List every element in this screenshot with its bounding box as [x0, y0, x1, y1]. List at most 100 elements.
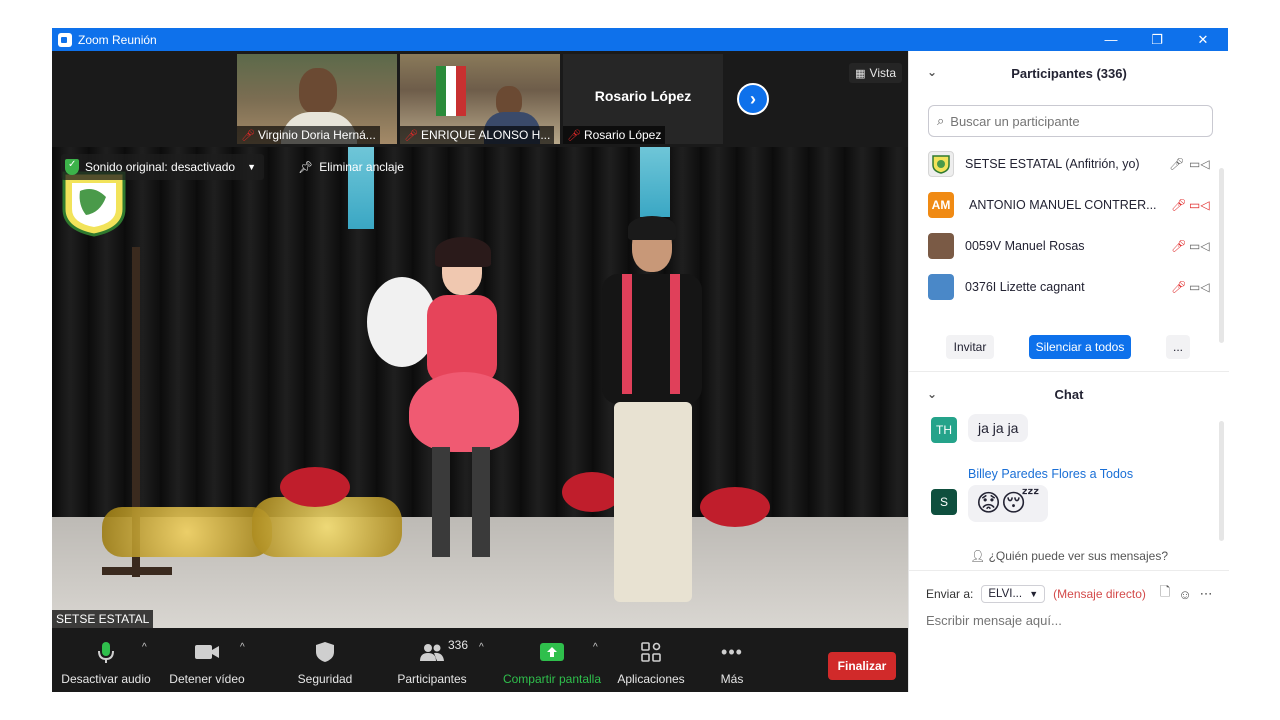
send-to-row: Enviar a: ELVI... ▼ (Mensaje directo) 🗋︎… [926, 583, 1226, 605]
participants-header: ⌄ Participantes (336) [927, 65, 1127, 81]
participant-search[interactable]: ⌕ [928, 105, 1213, 137]
avatar: TH [931, 417, 957, 443]
more-button[interactable]: ••• Más [712, 628, 752, 692]
participant-row[interactable]: SETSE ESTATAL (Anfitrión, yo) 🎤︎ ▭◁ [909, 143, 1219, 184]
participant-search-input[interactable] [950, 113, 1201, 129]
more-dots-icon[interactable]: ⋯ [1200, 586, 1213, 602]
participants-count: 336 [448, 638, 469, 652]
participants-button[interactable]: 336 Participantes [390, 628, 474, 692]
file-icon[interactable]: 🗋︎ [1160, 583, 1170, 605]
participant-list: SETSE ESTATAL (Anfitrión, yo) 🎤︎ ▭◁ AM A… [909, 143, 1229, 318]
participants-scrollbar[interactable] [1219, 168, 1224, 343]
participant-name: 0376I Lizette cagnant [965, 279, 1085, 294]
window-title: Zoom Reunión [78, 32, 157, 47]
thumbnail-name-label: 🎤︎ Rosario López [563, 126, 666, 144]
next-page-button[interactable]: › [737, 83, 769, 115]
collapse-chevron-icon[interactable]: ⌄ [927, 65, 937, 79]
participant-row[interactable]: AM ANTONIO MANUEL CONTRER... 🎤︎ ▭◁ [909, 184, 1219, 225]
pin-icon: 📌︎ [298, 160, 314, 174]
chevron-down-icon[interactable]: ▼ [247, 162, 256, 172]
collapse-chevron-icon[interactable]: ⌄ [927, 387, 937, 401]
message-sender: Billey Paredes Flores a Todos [968, 467, 1134, 481]
mute-audio-button[interactable]: Desactivar audio [60, 628, 152, 692]
apps-button[interactable]: Aplicaciones [612, 628, 690, 692]
video-camera-icon[interactable]: ▭◁ [1189, 280, 1210, 294]
invite-button[interactable]: Invitar [946, 335, 994, 359]
mic-muted-icon[interactable]: 🎤︎ [1171, 280, 1186, 294]
recipient-select[interactable]: ELVI... ▼ [981, 585, 1046, 603]
grid-icon: ▦ [855, 67, 866, 80]
audio-options-caret[interactable]: ^ [142, 642, 147, 653]
direct-message-label: (Mensaje directo) [1053, 587, 1146, 601]
avatar: AM [928, 191, 954, 218]
video-off-icon[interactable]: ▭◁ [1189, 198, 1210, 212]
share-options-caret[interactable]: ^ [593, 642, 598, 653]
view-button[interactable]: ▦ Vista [849, 63, 902, 83]
thumbnail-name-label: 🎤︎ Virginio Doria Herná... [237, 126, 380, 144]
mic-muted-icon: 🎤︎ [404, 129, 418, 142]
chat-message: 😟😴 [968, 485, 1048, 522]
person-lock-icon: 👤︎ [969, 549, 986, 563]
participant-name: 0059V Manuel Rosas [965, 238, 1085, 253]
participants-icon: 336 [418, 638, 468, 666]
zoom-window: Zoom Reunión — ❐ ✕ 🎤︎ Virginio Doria Her… [52, 28, 1229, 692]
share-screen-button[interactable]: Compartir pantalla [500, 628, 604, 692]
thumbnail-strip: 🎤︎ Virginio Doria Herná... 🎤︎ ENRIQUE AL… [52, 51, 908, 147]
panel-divider [909, 570, 1229, 571]
meeting-toolbar: Desactivar audio ^ Detener vídeo ^ Segur… [52, 628, 908, 692]
participant-row[interactable]: 0059V Manuel Rosas 🎤︎ ▭◁ [909, 225, 1219, 266]
mic-muted-icon[interactable]: 🎤︎ [1171, 239, 1186, 253]
chat-scrollbar[interactable] [1219, 421, 1224, 541]
original-sound-indicator[interactable]: Sonido original: desactivado ▼ [61, 154, 265, 180]
apps-icon [637, 638, 665, 666]
participant-name: SETSE ESTATAL (Anfitrión, yo) [965, 156, 1140, 171]
participant-actions: Invitar Silenciar a todos ... [909, 332, 1229, 362]
video-camera-icon [193, 638, 221, 666]
close-button[interactable]: ✕ [1180, 28, 1226, 51]
avatar [928, 273, 954, 300]
participant-thumbnail[interactable]: 🎤︎ ENRIQUE ALONSO H... [400, 54, 560, 144]
avatar: S [931, 489, 957, 515]
video-camera-icon[interactable]: ▭◁ [1189, 239, 1210, 253]
microphone-icon[interactable]: 🎤︎ [1169, 157, 1184, 171]
mic-muted-icon: 🎤︎ [567, 129, 581, 142]
participants-options-caret[interactable]: ^ [479, 642, 484, 653]
avatar [928, 150, 954, 177]
share-screen-icon [538, 638, 566, 666]
more-dots-icon: ••• [721, 641, 743, 662]
participants-more-button[interactable]: ... [1166, 335, 1190, 359]
chat-message-input[interactable] [926, 613, 1216, 628]
security-button[interactable]: Seguridad [288, 628, 362, 692]
performer-devil [367, 237, 519, 587]
shield-check-icon [65, 159, 79, 175]
mute-all-button[interactable]: Silenciar a todos [1029, 335, 1131, 359]
search-icon: ⌕ [937, 113, 945, 128]
restore-button[interactable]: ❐ [1134, 28, 1180, 51]
avatar [928, 232, 954, 259]
chat-message: ja ja ja [968, 414, 1029, 442]
mic-muted-icon: 🎤︎ [241, 129, 255, 142]
mic-muted-icon[interactable]: 🎤︎ [1171, 198, 1186, 212]
zoom-app-icon [58, 32, 72, 47]
video-area: 🎤︎ Virginio Doria Herná... 🎤︎ ENRIQUE AL… [52, 51, 908, 692]
participant-thumbnail[interactable]: 🎤︎ Virginio Doria Herná... [237, 54, 397, 144]
shield-icon [311, 638, 339, 666]
unpin-button[interactable]: 📌︎ Eliminar anclaje [292, 154, 410, 180]
end-meeting-button[interactable]: Finalizar [828, 652, 896, 680]
main-video: Sonido original: desactivado ▼ 📌︎ Elimin… [52, 147, 908, 628]
thumbnail-name-label: 🎤︎ ENRIQUE ALONSO H... [400, 126, 555, 144]
who-can-see-link[interactable]: 👤︎ ¿Quién puede ver sus mensajes? [909, 549, 1229, 563]
chat-header: ⌄ Chat [927, 386, 1084, 402]
participant-name: ANTONIO MANUEL CONTRER... [969, 197, 1157, 212]
panel-divider [909, 371, 1229, 372]
participant-row[interactable]: 0376I Lizette cagnant 🎤︎ ▭◁ [909, 266, 1219, 307]
stop-video-button[interactable]: Detener vídeo [164, 628, 250, 692]
emoji-icon[interactable]: ☺ [1178, 587, 1191, 602]
participant-big-name: Rosario López [594, 88, 692, 104]
video-options-caret[interactable]: ^ [240, 642, 245, 653]
video-camera-icon[interactable]: ▭◁ [1189, 157, 1210, 171]
minimize-button[interactable]: — [1088, 28, 1134, 51]
side-panel: ⌄ Participantes (336) ⌕ SETSE ESTATAL (A… [908, 51, 1229, 692]
microphone-icon [92, 638, 120, 666]
participant-thumbnail[interactable]: Rosario López 🎤︎ Rosario López [563, 54, 723, 144]
